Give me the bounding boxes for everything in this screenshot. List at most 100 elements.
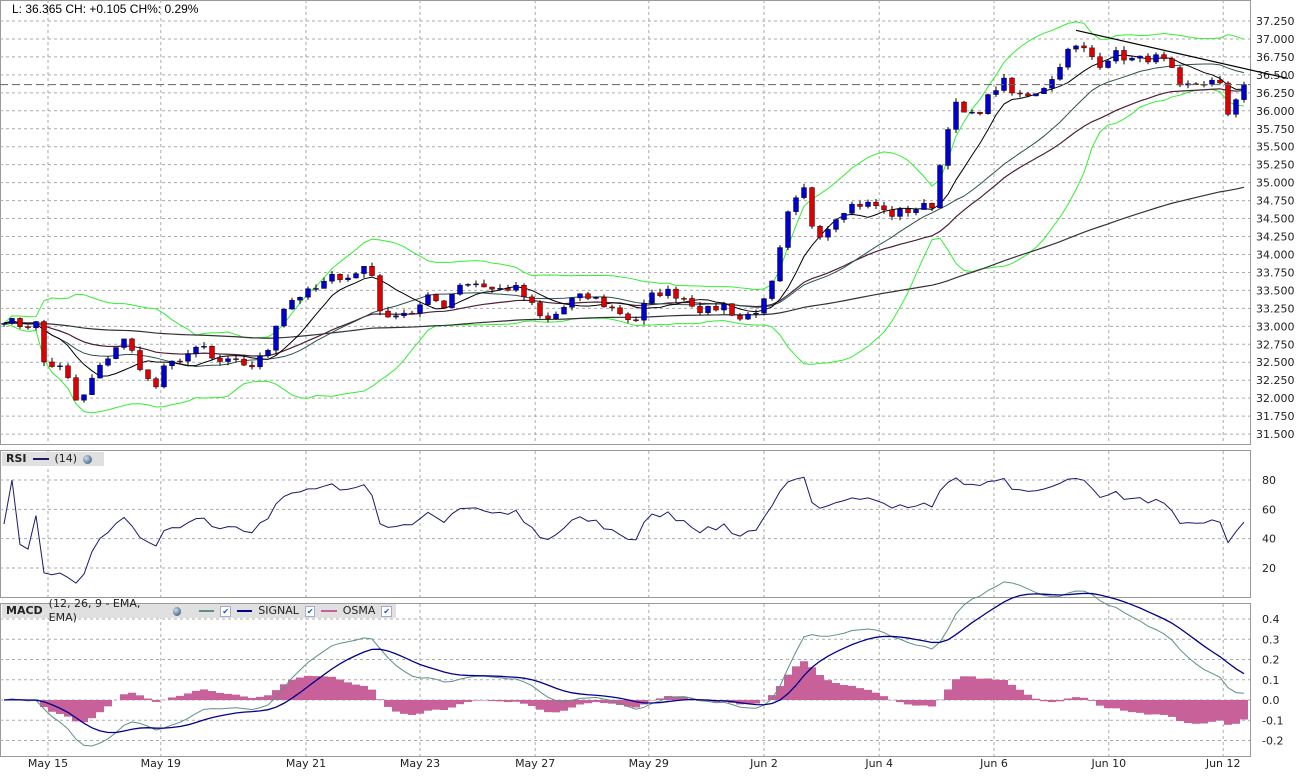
moving-average-20	[3, 63, 1245, 367]
osma-bar	[272, 690, 280, 700]
candle-up	[1033, 93, 1039, 97]
candle-up	[665, 288, 671, 296]
candle-up	[561, 307, 567, 315]
osma-bar	[816, 674, 824, 700]
osma-bar	[944, 689, 952, 700]
candle-up	[569, 297, 575, 308]
osma-bar	[864, 689, 872, 700]
osma-bar	[1112, 700, 1120, 709]
candle-up	[329, 274, 335, 282]
candle-up	[1209, 79, 1215, 85]
candle-up	[1065, 48, 1071, 68]
price-tick-label: 35.000	[1256, 177, 1295, 190]
candle-up	[1041, 87, 1047, 94]
osma-bar	[1176, 700, 1184, 722]
candle-up	[201, 346, 207, 348]
price-tick-label: 34.500	[1256, 213, 1295, 226]
candle-down	[249, 364, 255, 368]
candle-up	[1233, 99, 1239, 115]
candle-up	[1, 323, 7, 325]
osma-bar	[1200, 700, 1208, 724]
candle-down	[729, 303, 735, 316]
osma-bar	[1008, 684, 1016, 700]
candle-up	[649, 292, 655, 304]
macd-toggle-checkbox[interactable]: ✔	[220, 605, 231, 617]
candle-down	[697, 306, 703, 313]
candle-up	[553, 313, 559, 319]
osma-bar	[1136, 700, 1144, 713]
candle-up	[193, 346, 199, 354]
macd-tick-label: 0.0	[1262, 694, 1280, 707]
candle-down	[209, 346, 215, 359]
osma-bar	[1104, 700, 1112, 709]
candle-down	[689, 298, 695, 307]
candle-down	[409, 312, 415, 315]
date-tick-label: May 29	[629, 757, 669, 770]
osma-bar	[360, 685, 368, 700]
osma-bar	[416, 700, 424, 714]
osma-label: OSMA	[342, 604, 376, 617]
macd-tick-label: 0.4	[1262, 613, 1280, 626]
osma-bar	[368, 689, 376, 700]
candle-down	[601, 297, 607, 308]
osma-bar	[408, 700, 416, 715]
candle-up	[185, 353, 191, 362]
osma-bar	[264, 695, 272, 700]
candle-down	[1121, 50, 1127, 61]
rsi-tick-label: 60	[1262, 503, 1276, 516]
osma-bar	[128, 692, 136, 700]
candle-up	[81, 394, 87, 401]
osma-toggle-checkbox[interactable]: ✔	[381, 605, 392, 617]
candle-up	[33, 321, 39, 329]
candle-up	[417, 304, 423, 314]
osma-bar	[352, 684, 360, 700]
candle-down	[657, 292, 663, 296]
osma-bar	[120, 694, 128, 700]
osma-bar	[344, 682, 352, 700]
macd-params: (12, 26, 9 - EMA, EMA)	[48, 597, 141, 624]
osma-bar	[184, 693, 192, 700]
price-change-pct: CH%: 0.29%	[129, 2, 199, 16]
candle-up	[305, 288, 311, 298]
osma-bar	[1224, 700, 1232, 725]
candle-up	[705, 306, 711, 313]
osma-bar	[96, 700, 104, 713]
settings-globe-icon[interactable]	[83, 454, 93, 464]
candle-up	[913, 209, 919, 213]
settings-globe-icon[interactable]	[172, 606, 182, 616]
candle-down	[505, 288, 511, 291]
osma-bar	[432, 700, 440, 710]
candle-down	[817, 226, 823, 238]
macd-tick-label: 0.1	[1262, 674, 1280, 687]
osma-bar	[208, 691, 216, 700]
osma-bar	[920, 700, 928, 706]
candle-down	[241, 358, 247, 366]
candle-down	[1161, 54, 1167, 59]
price-tick-label: 33.000	[1256, 320, 1295, 333]
candle-down	[1025, 93, 1031, 97]
candle-up	[313, 288, 319, 290]
candle-down	[521, 285, 527, 298]
price-tick-label: 34.750	[1256, 195, 1295, 208]
osma-bar	[312, 676, 320, 700]
candle-up	[1153, 54, 1159, 63]
candle-down	[65, 365, 71, 378]
candle-up	[1057, 67, 1063, 80]
osma-bar	[1088, 700, 1096, 701]
candle-down	[809, 187, 815, 227]
osma-bar	[1056, 700, 1064, 702]
osma-bar	[1064, 698, 1072, 700]
osma-bar	[808, 667, 816, 700]
signal-toggle-checkbox[interactable]: ✔	[304, 605, 316, 617]
price-tick-label: 35.500	[1256, 141, 1295, 154]
candle-down	[145, 369, 151, 379]
osma-bar	[192, 690, 200, 700]
osma-bar	[1000, 679, 1008, 700]
candle-up	[1137, 55, 1143, 59]
candle-up	[593, 297, 599, 299]
price-tick-label: 31.500	[1256, 428, 1295, 441]
date-tick-label: May 21	[286, 757, 326, 770]
osma-bar	[456, 700, 464, 705]
osma-bar	[168, 697, 176, 700]
price-tick-label: 33.250	[1256, 302, 1295, 315]
